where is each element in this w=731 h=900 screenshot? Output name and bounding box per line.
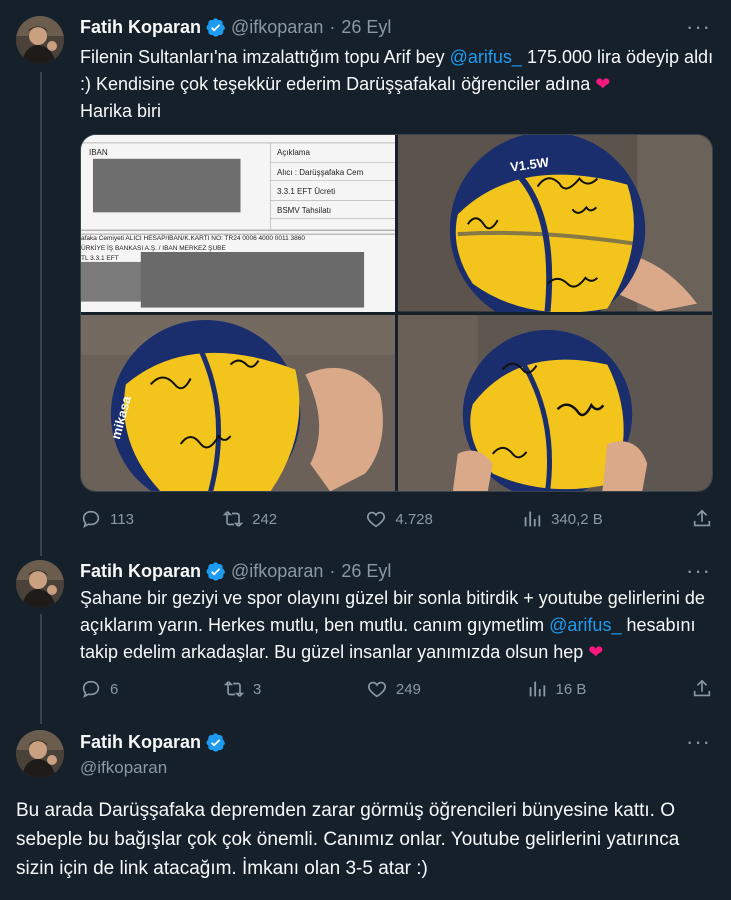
receipt-label: TL 3.3.1 EFT (81, 255, 119, 262)
views-button[interactable]: 16 B (526, 678, 587, 700)
retweet-icon (222, 511, 244, 527)
share-icon (693, 679, 711, 697)
photo-signed-ball-2[interactable]: mikasa (81, 314, 395, 491)
avatar[interactable] (16, 730, 64, 778)
tweet-header: Fatih Koparan (80, 732, 231, 753)
tweet-text: Bu arada Darüşşafaka depremden zarar gör… (16, 800, 680, 879)
receipt-label: BSMV Tahsilatı (277, 206, 332, 215)
tweet-text-part: Filenin Sultanları'na imzalattığım topu … (80, 47, 450, 67)
like-count: 249 (395, 680, 421, 698)
receipt-label: afaka Cemiyeti ALICI HESAP/IBAN/K.KARTI … (81, 235, 306, 242)
verified-badge-icon (206, 733, 226, 752)
mention-link[interactable]: @arifus_ (549, 615, 621, 635)
thread-connector (40, 72, 42, 556)
more-options-icon[interactable]: ··· (686, 731, 711, 753)
retweet-icon (223, 681, 245, 697)
receipt-text-layer: IBAN Açıklama Alıcı : Darüşşafaka Cem 3.… (81, 135, 395, 312)
red-heart-emoji: ❤ (588, 642, 604, 662)
receipt-label: 3.3.1 EFT Ücreti (277, 187, 336, 196)
reply-icon (82, 510, 100, 529)
receipt-label: ÜRKİYE İŞ BANKASI A.Ş. / IBAN MERKEZ ŞUB… (81, 245, 226, 252)
avatar[interactable] (16, 560, 64, 608)
media-grid: IBAN Açıklama Alıcı : Darüşşafaka Cem 3.… (80, 134, 713, 492)
share-button[interactable] (691, 678, 713, 700)
photo-signed-ball-1[interactable]: V1.5W (398, 135, 712, 312)
like-button[interactable]: 4.728 (365, 508, 433, 530)
verified-badge-icon (206, 18, 226, 37)
reply-button[interactable]: 6 (80, 678, 118, 700)
retweet-count: 3 (252, 680, 262, 698)
author-handle[interactable]: @ifkoparan (231, 17, 323, 38)
red-heart-emoji: ❤ (595, 74, 611, 94)
dot-separator: · (329, 561, 336, 581)
receipt-label: Alıcı : Darüşşafaka Cem (277, 168, 364, 177)
views-icon (524, 511, 541, 527)
photo-bank-receipt[interactable]: IBAN Açıklama Alıcı : Darüşşafaka Cem 3.… (81, 135, 395, 312)
tweet-date[interactable]: 26 Eyl (341, 17, 391, 38)
views-count: 16 B (555, 680, 587, 698)
tweet-date[interactable]: 26 Eyl (341, 561, 391, 582)
like-icon (367, 681, 386, 698)
reply-count: 6 (110, 680, 119, 698)
tweet-actions: 6 3 249 16 B (80, 678, 713, 700)
like-button[interactable]: 249 (366, 678, 421, 700)
tweet-header: Fatih Koparan @ifkoparan · 26 Eyl (80, 17, 391, 38)
reply-button[interactable]: 113 (80, 508, 134, 530)
views-count: 340,2 B (551, 510, 603, 528)
reply-count: 113 (110, 510, 134, 528)
author-name[interactable]: Fatih Koparan (80, 732, 201, 753)
like-icon (367, 511, 386, 528)
tweet-actions: 113 242 4.728 340,2 B (80, 508, 713, 530)
receipt-label: Açıklama (277, 148, 310, 157)
like-count: 4.728 (395, 510, 433, 528)
reply-icon (82, 680, 100, 699)
views-icon (529, 681, 545, 697)
avatar[interactable] (16, 16, 64, 64)
retweet-button[interactable]: 242 (222, 508, 277, 530)
author-name[interactable]: Fatih Koparan (80, 561, 201, 582)
views-button[interactable]: 340,2 B (521, 508, 603, 530)
author-name[interactable]: Fatih Koparan (80, 17, 201, 38)
share-button[interactable] (691, 508, 713, 530)
share-icon (693, 509, 711, 527)
retweet-button[interactable]: 3 (223, 678, 261, 700)
author-handle[interactable]: @ifkoparan (231, 561, 323, 582)
mention-link[interactable]: @arifus_ (450, 47, 522, 67)
photo-signed-ball-3[interactable] (398, 314, 712, 491)
verified-badge-icon (206, 562, 226, 581)
tweet-text: Şahane bir geziyi ve spor olayını güzel … (80, 585, 720, 666)
tweet-text-part: Harika biri (80, 101, 162, 121)
more-options-icon[interactable]: ··· (686, 16, 711, 38)
thread-connector (40, 614, 42, 724)
tweet-text: Filenin Sultanları'na imzalattığım topu … (80, 44, 720, 125)
receipt-label: IBAN (89, 148, 108, 157)
author-handle[interactable]: @ifkoparan (80, 758, 167, 778)
tweet-header: Fatih Koparan @ifkoparan · 26 Eyl (80, 561, 391, 582)
dot-separator: · (329, 17, 336, 37)
retweet-count: 242 (252, 510, 278, 528)
more-options-icon[interactable]: ··· (686, 560, 711, 582)
